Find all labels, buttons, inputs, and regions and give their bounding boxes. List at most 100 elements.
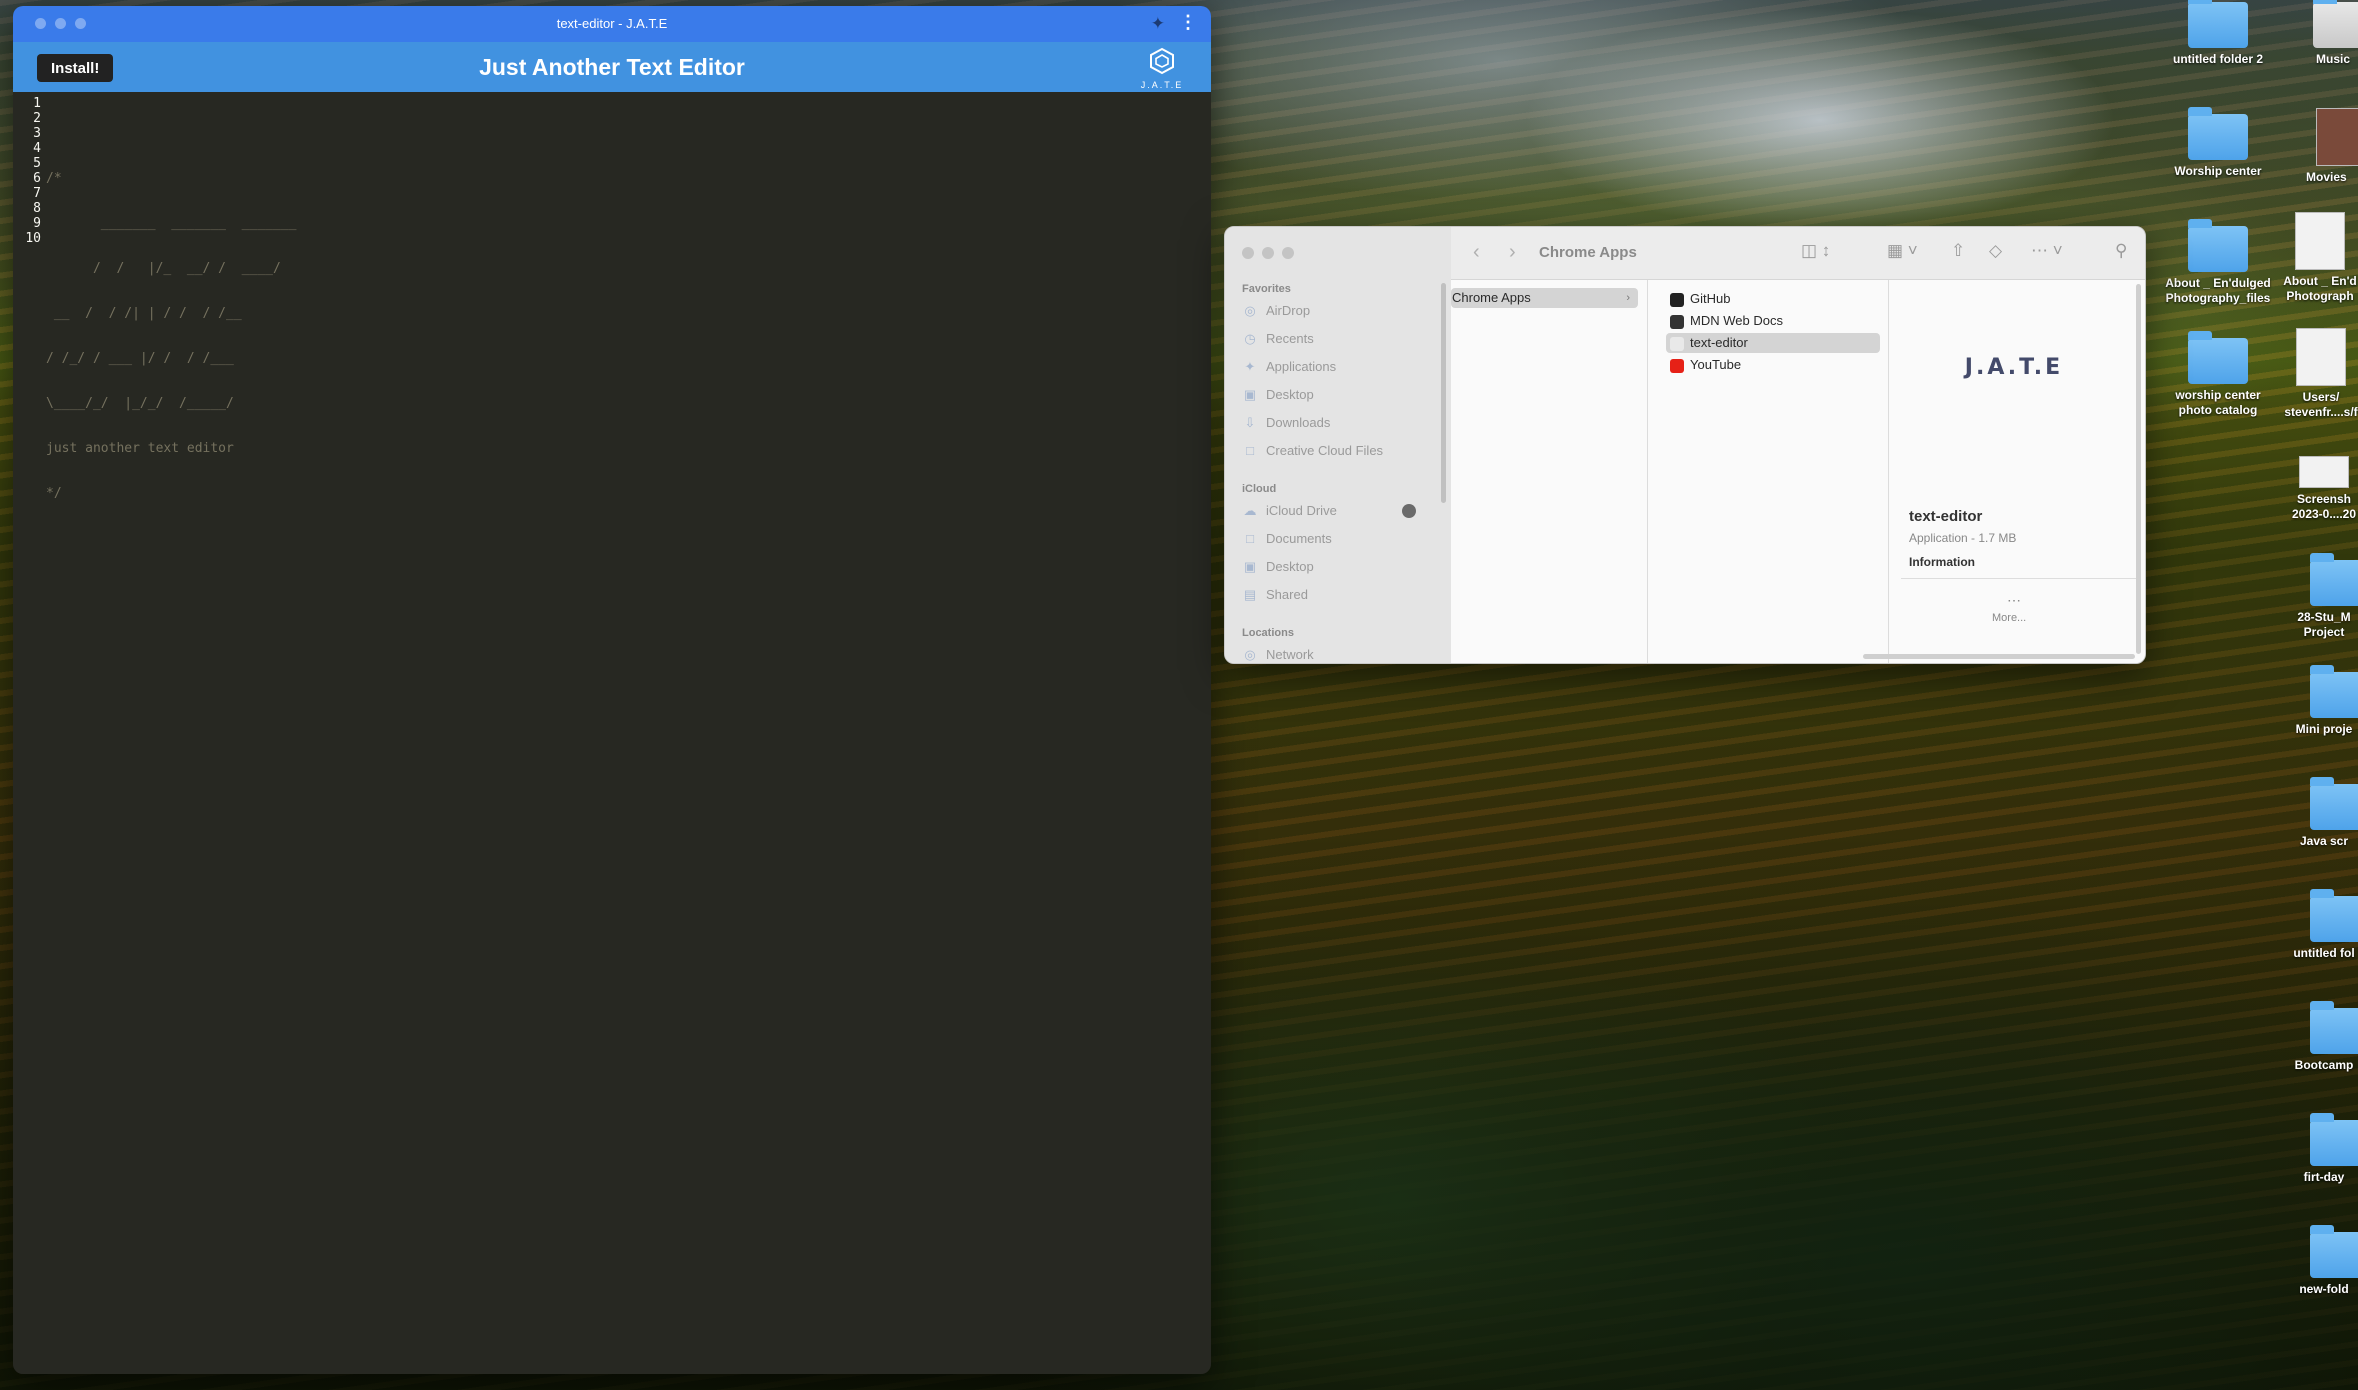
document-icon: □: [1246, 443, 1254, 458]
desktop-file[interactable]: Users/ stevenfr....s/f: [2284, 328, 2358, 420]
jate-logo: J.A.T.E: [1137, 47, 1187, 90]
text-editor-app-icon: [1670, 336, 1684, 351]
mdn-icon: [1670, 314, 1684, 329]
cloud-icon: ☁: [1243, 503, 1257, 518]
youtube-icon: [1670, 358, 1684, 373]
list-item[interactable]: MDN Web Docs: [1670, 311, 1880, 331]
app-preview: J.A.T.E: [1909, 292, 2119, 442]
desktop-folder[interactable]: Worship center: [2158, 107, 2278, 179]
desktop-folder[interactable]: new-fold: [2290, 1225, 2358, 1297]
list-item[interactable]: Chrome Apps ›: [1451, 288, 1638, 308]
sidebar-item-icloud-drive[interactable]: ☁ iCloud Drive: [1242, 501, 1337, 521]
extension-puzzle-icon[interactable]: ✦: [1151, 14, 1165, 34]
list-item[interactable]: text-editor: [1666, 333, 1880, 353]
document-icon: [2296, 328, 2346, 386]
desktop-file[interactable]: Movies: [2306, 108, 2358, 185]
folder-icon: [2188, 219, 2248, 272]
desktop-file[interactable]: Screensh 2023-0....20: [2290, 456, 2358, 522]
document-icon: □: [1246, 531, 1254, 546]
code-line: \____/_/ |_/_/ /_____/: [46, 396, 234, 411]
back-chevron-icon[interactable]: ‹: [1473, 241, 1480, 264]
search-icon[interactable]: ⚲: [2115, 241, 2127, 261]
network-icon: ◎: [1244, 647, 1256, 662]
desktop-folder[interactable]: Mini proje: [2290, 665, 2358, 737]
icloud-heading: iCloud: [1242, 483, 1277, 495]
clock-icon: ◷: [1244, 331, 1256, 346]
line-number: 6: [33, 171, 41, 186]
line-number: 2: [33, 111, 41, 126]
sidebar-item-downloads[interactable]: ⇩ Downloads: [1242, 413, 1331, 433]
folder-icon: [2310, 1113, 2358, 1166]
share-icon[interactable]: ⇧: [1951, 241, 1965, 261]
airdrop-icon: ◎: [1244, 303, 1256, 318]
jate-preview-logo: J.A.T.E: [1964, 354, 2064, 380]
code-editor[interactable]: 1 2 3 4 5 6 7 8 9 10 /* _______ _______ …: [13, 92, 1211, 1374]
zoom-window-button[interactable]: [1282, 247, 1294, 259]
sidebar-item-creative-cloud[interactable]: □ Creative Cloud Files: [1242, 441, 1383, 461]
screenshot-icon: [2299, 456, 2349, 488]
group-grid-icon[interactable]: ▦ ˅: [1887, 241, 1918, 261]
line-number: 3: [33, 126, 41, 141]
sidebar-item-applications[interactable]: ✦ Applications: [1242, 357, 1337, 377]
code-content[interactable]: /* _______ _______ _______ / / |/_ __/ /…: [46, 96, 296, 576]
desktop-folder[interactable]: Music: [2298, 0, 2358, 67]
more-button[interactable]: More...: [1992, 612, 2026, 624]
desktop-folder[interactable]: Java scr: [2290, 777, 2358, 849]
more-actions-icon[interactable]: ⋯ ˅: [2031, 241, 2063, 261]
column-view-icon[interactable]: ◫ ↕: [1801, 241, 1830, 261]
sidebar-scrollbar[interactable]: [1441, 283, 1446, 503]
line-number: 10: [25, 231, 41, 246]
sidebar-item-icloud-desktop[interactable]: ▣ Desktop: [1242, 557, 1314, 577]
document-icon: [2295, 212, 2345, 270]
download-icon: ⇩: [1244, 415, 1256, 430]
browser-column-1: Chrome Apps ›: [1451, 280, 1648, 663]
sidebar-item-recents[interactable]: ◷ Recents: [1242, 329, 1313, 349]
sidebar-item-shared[interactable]: ▤ Shared: [1242, 585, 1308, 605]
code-line: _______ _______ _______: [46, 216, 297, 231]
more-ellipsis-icon[interactable]: ⋯: [2007, 592, 2021, 609]
finder-title: Chrome Apps: [1539, 244, 1637, 261]
more-options-icon[interactable]: ⋮: [1179, 12, 1197, 33]
list-item[interactable]: GitHub: [1670, 289, 1880, 309]
horizontal-scrollbar[interactable]: [1863, 654, 2135, 659]
favorites-heading: Favorites: [1242, 283, 1291, 295]
list-item[interactable]: YouTube: [1670, 355, 1880, 375]
github-icon: [1670, 292, 1684, 307]
forward-chevron-icon[interactable]: ›: [1509, 241, 1516, 264]
line-number: 5: [33, 156, 41, 171]
sidebar-item-network[interactable]: ◎ Network: [1242, 645, 1313, 663]
preview-scrollbar[interactable]: [2136, 284, 2141, 654]
folder-icon: [2310, 777, 2358, 830]
desktop-folder[interactable]: Bootcamp: [2290, 1001, 2358, 1073]
information-label: Information: [1909, 555, 1975, 569]
close-window-button[interactable]: [1242, 247, 1254, 259]
folder-icon: [2188, 107, 2248, 160]
line-number: 4: [33, 141, 41, 156]
code-line: / / |/_ __/ / ____/: [46, 261, 281, 276]
desktop-icon: ▣: [1243, 559, 1257, 574]
code-line: */: [46, 486, 62, 501]
shared-folder-icon: ▤: [1243, 587, 1257, 602]
tag-icon[interactable]: ◇: [1989, 241, 2002, 261]
folder-icon: [2188, 331, 2248, 384]
sidebar-item-airdrop[interactable]: ◎ AirDrop: [1242, 301, 1310, 321]
desktop-folder[interactable]: untitled folder 2: [2158, 0, 2278, 67]
desktop-folder[interactable]: untitled fol: [2290, 889, 2358, 961]
desktop-folder[interactable]: 28-Stu_M Project: [2290, 553, 2358, 640]
sidebar-item-desktop[interactable]: ▣ Desktop: [1242, 385, 1314, 405]
editor-window: text-editor - J.A.T.E ✦ ⋮ Install! Just …: [13, 6, 1211, 1374]
window-titlebar[interactable]: text-editor - J.A.T.E ✦ ⋮: [13, 6, 1211, 42]
sidebar-item-documents[interactable]: □ Documents: [1242, 529, 1332, 549]
preview-pane: J.A.T.E text-editor Application - 1.7 MB…: [1897, 280, 2145, 663]
folder-icon: [2310, 665, 2358, 718]
line-number: 1: [33, 96, 41, 111]
desktop-file[interactable]: About _ En'd Photograph: [2280, 212, 2358, 304]
icloud-progress-icon: [1402, 504, 1416, 518]
desktop-folder[interactable]: worship center photo catalog: [2158, 331, 2278, 418]
minimize-window-button[interactable]: [1262, 247, 1274, 259]
desktop-folder[interactable]: firt-day: [2290, 1113, 2358, 1185]
finder-window: Favorites ◎ AirDrop ◷ Recents ✦ Application…: [1224, 226, 2146, 664]
desktop-folder[interactable]: About _ En'dulged Photography_files: [2158, 219, 2278, 306]
